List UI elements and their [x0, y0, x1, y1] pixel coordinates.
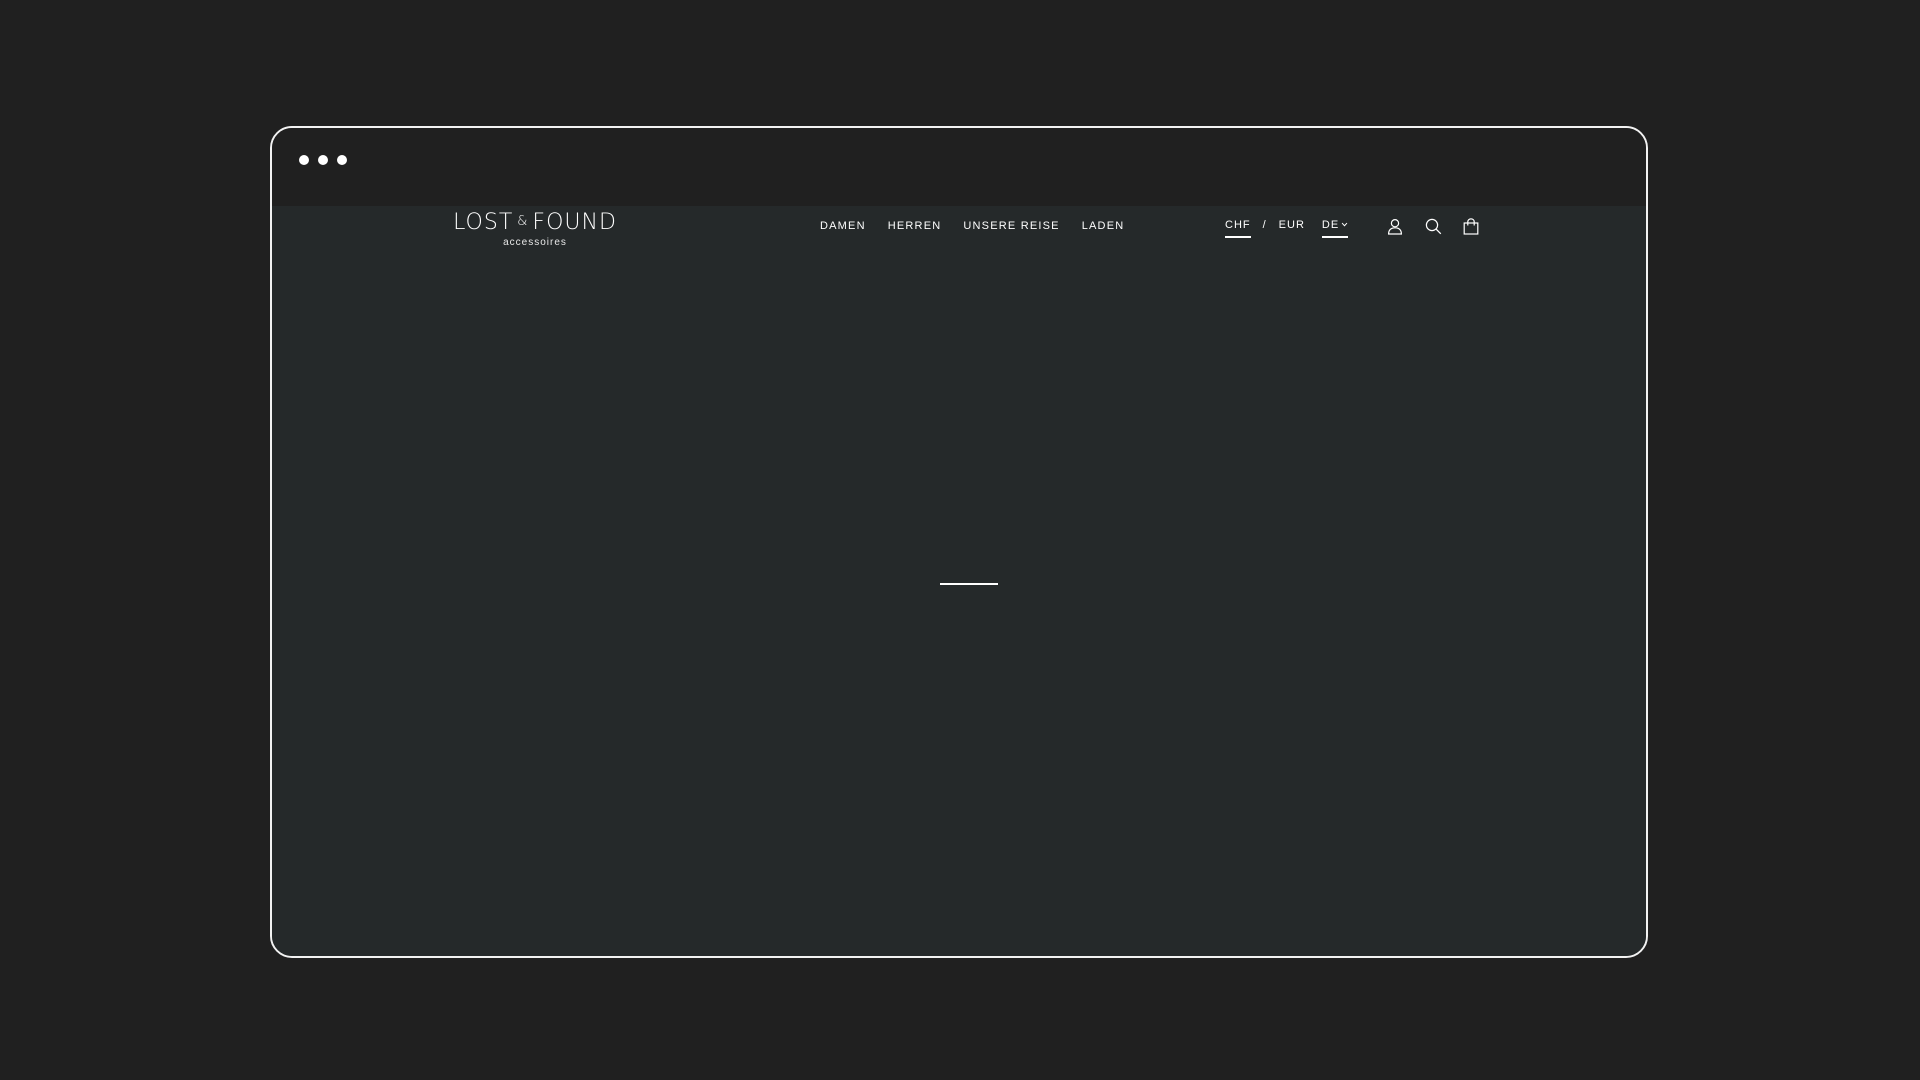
language-selected: DE [1321, 219, 1340, 231]
logo-wordmark: LOST & FOUND [445, 212, 625, 234]
currency-option-eur[interactable]: EUR [1279, 219, 1305, 236]
loading-indicator [940, 583, 998, 585]
nav-item-herren[interactable]: HERREN [888, 220, 942, 232]
main-navigation: DAMEN HERREN UNSERE REISE LADEN [820, 220, 1124, 232]
window-dot-close[interactable] [299, 155, 309, 165]
logo-word-found: FOUND [532, 210, 617, 235]
window-dot-maximize[interactable] [337, 155, 347, 165]
site-header: LOST & FOUND accessoires DAMEN HERREN UNSE… [272, 206, 1646, 250]
logo-subtitle: accessoires [503, 237, 567, 248]
page-viewport: LOST & FOUND accessoires DAMEN HERREN UNSE… [272, 206, 1646, 956]
search-icon[interactable] [1423, 216, 1443, 236]
nav-item-damen[interactable]: DAMEN [820, 220, 866, 232]
language-selector[interactable]: DE [1321, 219, 1349, 238]
chevron-down-icon [1341, 219, 1348, 231]
logo-ampersand: & [517, 214, 529, 229]
currency-separator: / [1262, 219, 1267, 231]
browser-window: LOST & FOUND accessoires DAMEN HERREN UNSE… [270, 126, 1648, 958]
browser-title-bar [272, 128, 1646, 206]
shopping-bag-icon[interactable] [1461, 216, 1481, 236]
nav-item-unsere-reise[interactable]: UNSERE REISE [963, 220, 1059, 232]
brand-logo[interactable]: LOST & FOUND accessoires [445, 212, 625, 248]
header-icons [1385, 216, 1481, 236]
locale-switchers: CHF / EUR DE [1225, 219, 1349, 238]
window-controls [299, 155, 347, 165]
currency-option-chf[interactable]: CHF [1225, 219, 1251, 238]
logo-word-lost: LOST [453, 210, 514, 235]
nav-item-laden[interactable]: LADEN [1082, 220, 1125, 232]
window-dot-minimize[interactable] [318, 155, 328, 165]
user-icon[interactable] [1385, 216, 1405, 236]
